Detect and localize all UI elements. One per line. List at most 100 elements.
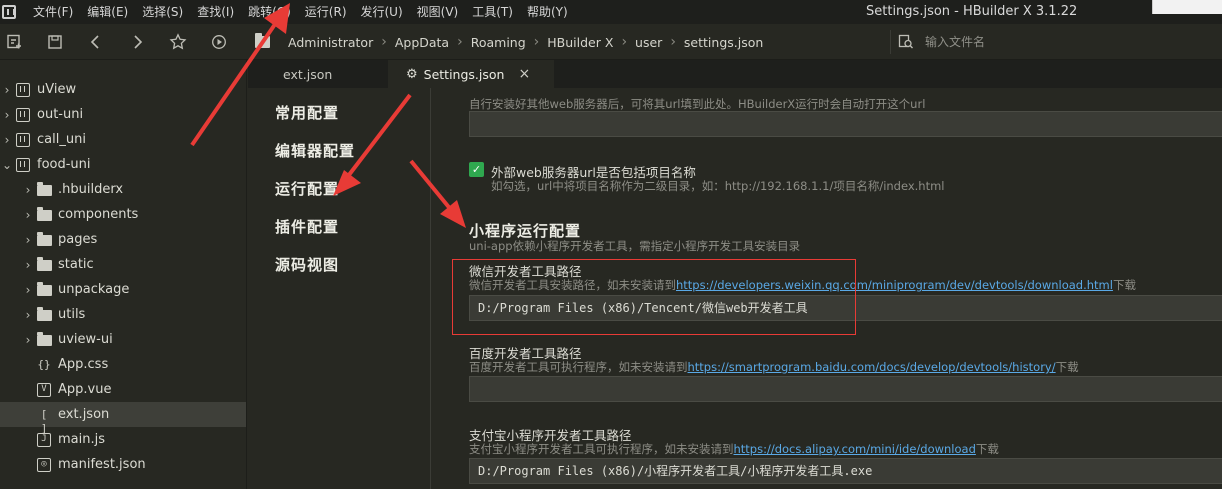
settings-nav-run[interactable]: 运行配置 [275, 178, 339, 199]
folder-icon [37, 282, 52, 296]
json-file-icon: [ ] [40, 407, 48, 435]
menu-tools[interactable]: 工具(T) [465, 0, 520, 24]
tree-item-label: .hbuilderx [58, 182, 124, 197]
project-icon [16, 132, 30, 147]
settings-nav-common[interactable]: 常用配置 [275, 102, 339, 123]
breadcrumb-item[interactable]: Roaming [471, 35, 526, 50]
tree-item-label: call_uni [37, 132, 86, 147]
save-icon[interactable] [44, 31, 66, 53]
tab-ext-json[interactable]: ext.json [248, 60, 388, 88]
tree-item[interactable]: › components [0, 202, 246, 227]
tree-item-label: manifest.json [58, 457, 146, 472]
chevron-right-icon[interactable]: › [23, 183, 33, 197]
breadcrumb-item[interactable]: AppData [395, 35, 449, 50]
window-title: Settings.json - HBuilder X 3.1.22 [866, 4, 1078, 19]
menu-select[interactable]: 选择(S) [135, 0, 190, 24]
tree-item[interactable]: V App.vue [0, 377, 246, 402]
tree-item[interactable]: › .hbuilderx [0, 177, 246, 202]
tree-item[interactable]: › static [0, 252, 246, 277]
gear-icon: ⚙ [406, 66, 418, 82]
tree-item[interactable]: › call_uni [0, 127, 246, 152]
new-file-icon[interactable] [3, 31, 25, 53]
js-file-icon: J [37, 432, 51, 447]
file-search-icon[interactable] [897, 33, 915, 51]
breadcrumb-item[interactable]: Administrator [288, 35, 373, 50]
include-project-checkbox[interactable]: ✓ [469, 162, 484, 177]
alipay-download-link[interactable]: https://docs.alipay.com/mini/ide/downloa… [734, 442, 976, 456]
baidu-devtools-hint: 百度开发者工具可执行程序，如未安装请到https://smartprogram.… [469, 360, 1079, 374]
project-icon [16, 82, 30, 97]
project-icon [16, 157, 30, 172]
tree-item[interactable]: › uview-ui [0, 327, 246, 352]
annotation-highlight-box [452, 259, 856, 335]
chevron-right-icon[interactable]: › [23, 333, 33, 347]
chevron-right-icon[interactable]: › [23, 283, 33, 297]
web-server-url-field[interactable] [469, 111, 1222, 137]
tree-item[interactable]: [ ] ext.json [0, 402, 246, 435]
tree-item[interactable]: ◎ manifest.json [0, 452, 246, 477]
tab-label: ext.json [283, 66, 333, 82]
tree-item-label: food-uni [37, 157, 91, 172]
close-icon[interactable]: × [518, 66, 530, 82]
tab-settings-json[interactable]: ⚙ Settings.json × [388, 60, 554, 88]
tree-item[interactable]: › uView [0, 77, 246, 102]
menu-edit[interactable]: 编辑(E) [80, 0, 135, 24]
menu-run[interactable]: 运行(R) [298, 0, 354, 24]
breadcrumb-item[interactable]: settings.json [684, 35, 763, 50]
file-search-input[interactable] [925, 35, 1205, 49]
chevron-right-icon: › [621, 34, 628, 50]
menu-view[interactable]: 视图(V) [410, 0, 466, 24]
menu-find[interactable]: 查找(I) [190, 0, 241, 24]
chevron-right-icon[interactable]: › [2, 133, 12, 147]
tree-item[interactable]: › out-uni [0, 102, 246, 127]
breadcrumb-item[interactable]: HBuilder X [547, 35, 613, 50]
chevron-right-icon[interactable]: › [23, 233, 33, 247]
menu-goto[interactable]: 跳转(G) [241, 0, 298, 24]
back-icon[interactable] [85, 31, 107, 53]
menu-file[interactable]: 文件(F) [26, 0, 80, 24]
chevron-right-icon[interactable]: › [2, 108, 12, 122]
chevron-right-icon[interactable]: › [23, 308, 33, 322]
tree-item[interactable]: ⌄ food-uni [0, 152, 246, 177]
star-icon[interactable] [167, 31, 189, 53]
forward-icon[interactable] [126, 31, 148, 53]
menu-publish[interactable]: 发行(U) [354, 0, 410, 24]
chevron-right-icon: › [670, 34, 676, 50]
baidu-download-link[interactable]: https://smartprogram.baidu.com/docs/deve… [688, 360, 1056, 374]
run-icon[interactable] [208, 31, 230, 53]
tree-item-label: uview-ui [58, 332, 113, 347]
chevron-right-icon[interactable]: › [23, 258, 33, 272]
include-project-hint: 如勾选，url中将项目名称作为二级目录，如：http://192.168.1.1… [491, 179, 945, 193]
tree-item-label: ext.json [58, 407, 110, 422]
chevron-down-icon[interactable]: ⌄ [2, 158, 12, 172]
breadcrumb-item[interactable]: user [635, 35, 662, 50]
menu-help[interactable]: 帮助(Y) [520, 0, 575, 24]
tree-item-label: unpackage [58, 282, 130, 297]
tree-item-label: App.css [58, 357, 109, 372]
tree-item-label: components [58, 207, 139, 222]
tree-item[interactable]: › utils [0, 302, 246, 327]
tab-label: Settings.json [423, 66, 505, 82]
chevron-right-icon[interactable]: › [2, 83, 12, 97]
tree-item[interactable]: › unpackage [0, 277, 246, 302]
tree-item-label: static [58, 257, 94, 272]
settings-nav-source[interactable]: 源码视图 [275, 254, 339, 275]
tree-item[interactable]: › pages [0, 227, 246, 252]
tree-item-label: out-uni [37, 107, 84, 122]
tree-item[interactable]: {} App.css [0, 352, 246, 377]
tree-item[interactable]: Jmain.js [0, 427, 246, 452]
settings-nav-plugins[interactable]: 插件配置 [275, 216, 339, 237]
tree-item-label: utils [58, 307, 86, 322]
chevron-right-icon[interactable]: › [23, 208, 33, 222]
tree-item-label: main.js [58, 432, 105, 447]
folder-icon [37, 232, 52, 246]
vue-file-icon: V [37, 382, 51, 397]
config-file-icon: ◎ [37, 457, 51, 472]
alipay-devtools-path-field[interactable]: D:/Program Files (x86)/小程序开发者工具/小程序开发者工具… [469, 458, 1222, 484]
settings-nav-editor[interactable]: 编辑器配置 [275, 140, 355, 161]
tree-item-label: App.vue [58, 382, 112, 397]
file-search [890, 30, 1222, 54]
folder-icon [37, 257, 52, 271]
chevron-right-icon: › [457, 34, 463, 50]
baidu-devtools-path-field[interactable] [469, 376, 1222, 402]
